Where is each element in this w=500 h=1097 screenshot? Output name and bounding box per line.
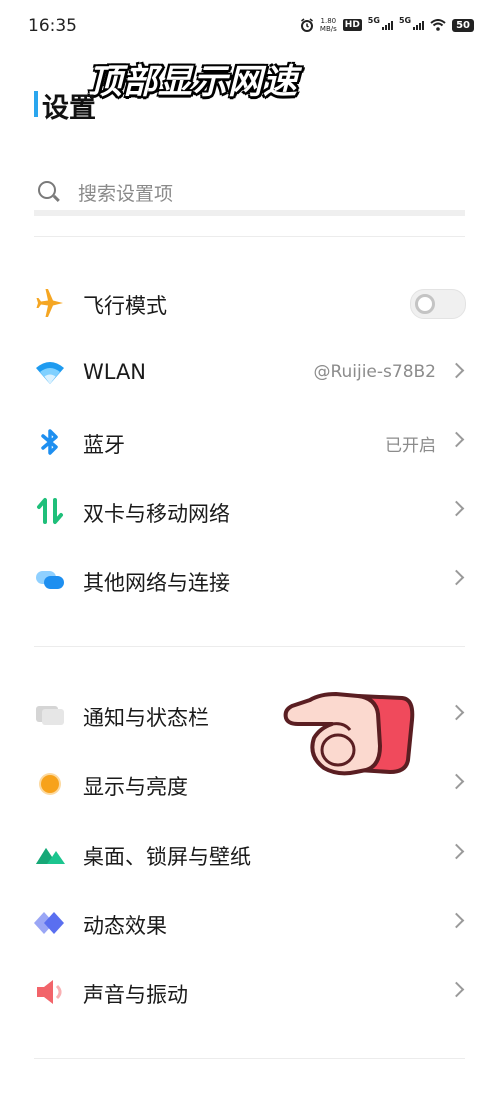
settings-item-label: 飞行模式: [83, 294, 167, 318]
settings-item-label: 通知与状态栏: [83, 706, 209, 730]
section-divider: [34, 236, 465, 237]
status-icons: 1.80 MB/s HD 5G 5G 50: [300, 16, 474, 33]
mobile-data-icon: [37, 498, 63, 524]
chevron-right-icon: [448, 362, 465, 379]
search-bar[interactable]: 搜索设置项: [34, 170, 465, 216]
status-time: 16:35: [28, 16, 77, 36]
settings-item-label: WLAN: [83, 360, 147, 384]
settings-item-airplane-mode[interactable]: 飞行模式: [0, 273, 500, 333]
section-divider: [34, 646, 465, 647]
wifi-status-icon: [430, 19, 446, 31]
hd-badge: HD: [342, 19, 362, 31]
network-speed-unit: MB/s: [319, 25, 337, 33]
chevron-right-icon: [448, 912, 465, 929]
settings-item-notifications[interactable]: 通知与状态栏: [0, 685, 500, 745]
signal-1-icon: 5G: [368, 16, 393, 30]
network-speed-value: 1.80: [320, 17, 337, 25]
signal-2-type: 5G: [398, 15, 412, 25]
settings-item-bluetooth[interactable]: 蓝牙 已开启: [0, 412, 500, 472]
settings-item-sound[interactable]: 声音与振动: [0, 962, 500, 1022]
overlay-caption: 顶部显示网速: [88, 62, 298, 102]
chevron-right-icon: [448, 569, 465, 586]
settings-item-animation[interactable]: 动态效果: [0, 893, 500, 953]
sound-icon: [37, 980, 62, 1004]
settings-item-label: 显示与亮度: [83, 775, 188, 799]
toggle-knob: [415, 294, 435, 314]
notification-icon: [36, 706, 64, 725]
section-divider: [34, 1058, 465, 1059]
search-icon: [38, 181, 56, 199]
brightness-icon: [39, 773, 61, 795]
settings-item-label: 声音与振动: [83, 983, 188, 1007]
settings-item-value: 已开启: [385, 436, 436, 456]
wifi-icon: [36, 362, 64, 384]
settings-item-wallpaper[interactable]: 桌面、锁屏与壁纸: [0, 824, 500, 884]
airplane-icon: [36, 289, 63, 317]
chevron-right-icon: [448, 431, 465, 448]
settings-item-wlan[interactable]: WLAN @Ruijie-s78B2: [0, 343, 500, 403]
network-speed: 1.80 MB/s: [320, 17, 337, 33]
animation-icon: [34, 912, 64, 934]
airplane-mode-toggle[interactable]: [410, 289, 466, 319]
chevron-right-icon: [448, 704, 465, 721]
settings-item-display[interactable]: 显示与亮度: [0, 754, 500, 814]
signal-2-icon: 5G: [399, 16, 425, 30]
search-placeholder: 搜索设置项: [78, 183, 174, 205]
chevron-right-icon: [448, 843, 465, 860]
settings-item-value: @Ruijie-s78B2: [313, 362, 436, 382]
signal-1-type: 5G: [367, 15, 380, 25]
settings-item-label: 动态效果: [83, 914, 167, 938]
settings-item-other-networks[interactable]: 其他网络与连接: [0, 550, 500, 610]
bluetooth-icon: [41, 429, 58, 455]
status-bar: 16:35 1.80 MB/s HD 5G 5G 50: [0, 0, 500, 52]
settings-item-dual-sim[interactable]: 双卡与移动网络: [0, 481, 500, 541]
other-networks-icon: [36, 571, 64, 589]
chevron-right-icon: [448, 500, 465, 517]
alarm-icon: [300, 18, 313, 32]
battery-indicator: 50: [452, 18, 474, 32]
settings-item-label: 桌面、锁屏与壁纸: [83, 845, 251, 869]
pointing-hand-icon: [283, 692, 415, 776]
chevron-right-icon: [448, 773, 465, 790]
chevron-right-icon: [448, 981, 465, 998]
title-accent-bar: [34, 91, 38, 117]
settings-item-label: 蓝牙: [83, 433, 125, 457]
page-title: 设置: [42, 93, 96, 124]
settings-item-label: 双卡与移动网络: [83, 502, 230, 526]
settings-item-label: 其他网络与连接: [83, 571, 230, 595]
wallpaper-icon: [36, 848, 65, 864]
